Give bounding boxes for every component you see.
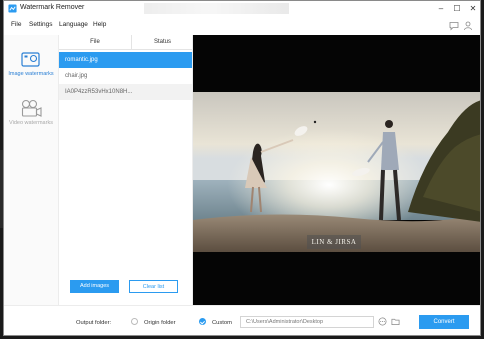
more-options-icon[interactable] (378, 317, 387, 326)
sidebar: Image watermarks Video watermarks (4, 35, 59, 305)
maximize-button[interactable]: ☐ (450, 2, 464, 15)
convert-button[interactable]: Convert (419, 315, 469, 329)
file-name: IA0P4zzR53vHx10N8H... (65, 89, 133, 95)
file-name: chair.jpg (65, 73, 88, 79)
origin-folder-radio[interactable] (131, 318, 138, 325)
sidebar-item-image-watermarks[interactable]: Image watermarks (4, 51, 58, 77)
menu-settings[interactable]: Settings (29, 21, 53, 28)
app-logo-icon (8, 4, 17, 13)
user-icon[interactable] (463, 20, 473, 31)
blurred-region (144, 3, 289, 14)
file-name: romantic.jpg (65, 57, 98, 63)
file-list-panel: File Status romantic.jpg chair.jpg IA0P4… (59, 35, 193, 305)
close-button[interactable]: ✕ (466, 2, 480, 15)
minimize-button[interactable]: – (434, 2, 448, 15)
app-window: Watermark Remover – ☐ ✕ File Settings La… (3, 0, 481, 336)
file-row[interactable]: IA0P4zzR53vHx10N8H... (59, 84, 192, 100)
custom-folder-radio[interactable] (199, 318, 206, 325)
file-row[interactable]: romantic.jpg (59, 52, 192, 68)
window-title: Watermark Remover (20, 4, 85, 11)
column-header-status[interactable]: Status (131, 35, 193, 49)
video-camera-icon (21, 99, 42, 117)
feedback-icon[interactable] (449, 20, 459, 31)
title-bar: Watermark Remover – ☐ ✕ (4, 1, 480, 18)
output-bar: Output folder: Origin folder Custom C:\U… (4, 305, 480, 335)
output-folder-label: Output folder: (76, 320, 112, 326)
folder-icon[interactable] (391, 317, 400, 326)
watermark-overlay[interactable]: LIN & JIRSA (307, 235, 361, 249)
sidebar-item-video-watermarks[interactable]: Video watermarks (4, 99, 58, 126)
menu-file[interactable]: File (11, 21, 21, 28)
origin-folder-label[interactable]: Origin folder (144, 320, 176, 326)
add-images-button[interactable]: Add images (70, 280, 119, 293)
sidebar-item-label: Video watermarks (9, 120, 53, 126)
image-preview: LIN & JIRSA (193, 35, 480, 305)
sidebar-item-label: Image watermarks (8, 71, 54, 77)
output-path-field[interactable]: C:\Users\Administrator\Desktop (240, 316, 374, 328)
custom-folder-label[interactable]: Custom (212, 320, 232, 326)
menu-help[interactable]: Help (93, 21, 106, 28)
menu-language[interactable]: Language (59, 21, 88, 28)
menu-bar: File Settings Language Help (4, 17, 480, 36)
clear-list-button[interactable]: Clear list (129, 280, 178, 293)
image-watermark-icon (21, 52, 40, 67)
file-row[interactable]: chair.jpg (59, 68, 192, 84)
preview-photo (193, 92, 480, 252)
file-list-header: File Status (59, 35, 192, 50)
column-header-file[interactable]: File (59, 39, 131, 45)
